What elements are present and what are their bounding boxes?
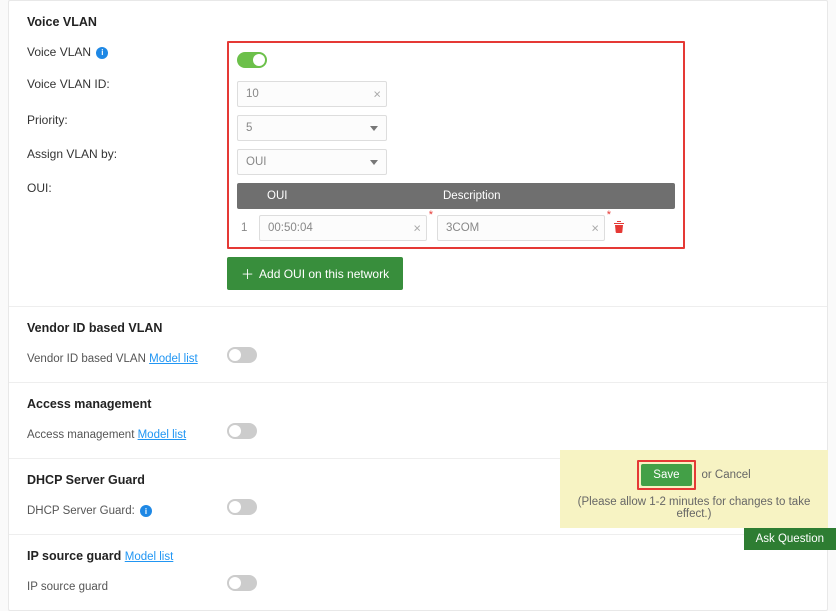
vendor-vlan-toggle[interactable] [227,347,257,363]
voice-vlan-oui-label: OUI: [27,173,227,203]
model-list-link[interactable]: Model list [138,429,187,441]
chevron-down-icon [370,160,378,165]
table-row: 1 × * × * [237,209,675,241]
model-list-link[interactable]: Model list [149,353,198,365]
voice-vlan-toggle[interactable] [237,52,267,68]
section-vendor-vlan: Vendor ID based VLAN Vendor ID based VLA… [9,306,827,382]
required-star: * [429,209,433,221]
voice-vlan-priority-label: Priority: [27,105,227,139]
clear-icon[interactable]: × [591,221,599,236]
row-number: 1 [241,222,259,234]
desc-col-header: Description [443,190,667,202]
voice-vlan-id-input[interactable] [237,81,387,107]
access-mgmt-toggle[interactable] [227,423,257,439]
save-note: (Please allow 1-2 minutes for changes to… [574,496,814,520]
info-icon[interactable]: i [96,47,108,59]
dhcp-guard-toggle[interactable] [227,499,257,515]
voice-vlan-assign-label: Assign VLAN by: [27,139,227,173]
voice-vlan-title: Voice VLAN [27,15,809,29]
save-button[interactable]: Save [641,464,691,486]
oui-input[interactable] [259,215,427,241]
oui-desc-input[interactable] [437,215,605,241]
priority-select[interactable]: 5 [237,115,387,141]
oui-table-header: OUI Description [237,183,675,209]
required-star: * [607,209,611,221]
voice-vlan-enable-label: Voice VLAN i [27,41,227,67]
trash-icon[interactable] [613,220,625,236]
ask-question-button[interactable]: Ask Question [744,528,836,550]
access-mgmt-label: Access management Model list [27,423,227,441]
save-highlight: Save [637,460,695,490]
plus-icon: ＋ [241,264,254,283]
info-icon[interactable]: i [140,505,152,517]
assign-vlan-select[interactable]: OUI [237,149,387,175]
vendor-vlan-label: Vendor ID based VLAN Model list [27,347,227,365]
access-mgmt-title: Access management [27,397,809,411]
ip-source-guard-title: IP source guard Model list [27,549,809,563]
section-ip-source-guard: IP source guard Model list IP source gua… [9,534,827,610]
ip-source-guard-label: IP source guard [27,575,227,593]
add-oui-button[interactable]: ＋ Add OUI on this network [227,257,403,290]
ip-source-guard-toggle[interactable] [227,575,257,591]
voice-vlan-highlight: × 5 OUI OUI [227,41,685,249]
section-voice-vlan: Voice VLAN Voice VLAN i Voice VLAN ID: P… [9,1,827,306]
save-footer: Save or Cancel (Please allow 1-2 minutes… [560,450,828,528]
model-list-link[interactable]: Model list [125,551,174,563]
section-access-mgmt: Access management Access management Mode… [9,382,827,458]
voice-vlan-id-label: Voice VLAN ID: [27,67,227,105]
dhcp-guard-label: DHCP Server Guard: i [27,499,227,517]
clear-icon[interactable]: × [373,87,381,102]
chevron-down-icon [370,126,378,131]
vendor-vlan-title: Vendor ID based VLAN [27,321,809,335]
clear-icon[interactable]: × [413,221,421,236]
oui-col-header: OUI [267,190,443,202]
cancel-link[interactable]: or Cancel [702,469,751,481]
